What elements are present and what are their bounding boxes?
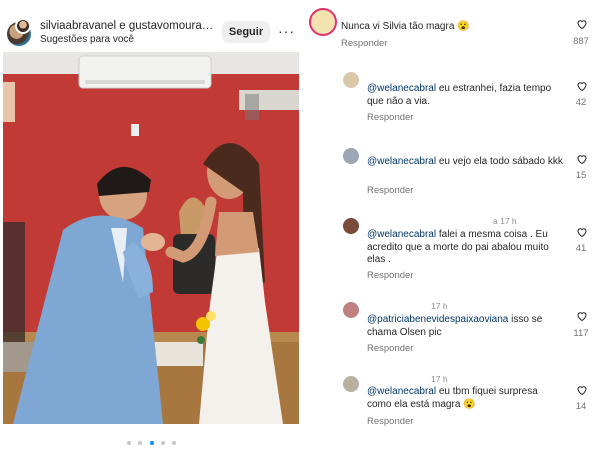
carousel-dot-active — [149, 441, 154, 445]
comment-text: @welanecabral falei a mesma coisa . Eu a… — [367, 229, 549, 265]
comments-panel: Nunca vi Silvia tão magra 😮 Responder 88… — [303, 0, 600, 450]
post-username[interactable]: silviaabravanel e gustavomouraer... — [40, 20, 215, 32]
post-header: silviaabravanel e gustavomouraer... Suge… — [0, 12, 303, 52]
collab-avatar[interactable] — [15, 18, 31, 34]
post-photo[interactable] — [3, 52, 299, 424]
reply-button[interactable]: Responder — [367, 416, 413, 427]
reply-button[interactable]: Responder — [367, 185, 413, 196]
comment-avatar[interactable] — [343, 302, 359, 318]
comment-timestamp: 17 h — [431, 301, 448, 311]
comment-text: @welanecabral eu estranhei, fazia tempo … — [367, 83, 552, 107]
mention-link[interactable]: @welanecabral — [367, 156, 436, 167]
like-count: 14 — [575, 401, 587, 412]
comment-avatar[interactable] — [343, 148, 359, 164]
comment-avatar[interactable] — [309, 8, 337, 36]
comment-text: @welanecabral eu vejo ela todo sábado kk… — [367, 156, 563, 167]
heart-icon[interactable] — [576, 310, 588, 322]
carousel-dot — [172, 441, 177, 445]
comment-avatar[interactable] — [343, 72, 359, 88]
post-panel: silviaabravanel e gustavomouraer... Suge… — [0, 0, 303, 450]
reply-button[interactable]: Responder — [341, 38, 387, 49]
heart-icon[interactable] — [576, 80, 588, 92]
wedding-photo-illustration — [3, 52, 299, 424]
comment-timestamp: 17 h — [431, 374, 448, 384]
comment-avatar[interactable] — [343, 376, 359, 392]
mention-link[interactable]: @welanecabral — [367, 386, 436, 397]
like-count: 41 — [575, 243, 587, 254]
comment-text: @patriciabenevidespaixaoviana isso se ch… — [367, 314, 543, 338]
like-count: 887 — [573, 36, 589, 47]
reply-button[interactable]: Responder — [367, 112, 413, 123]
carousel-dot — [138, 441, 143, 445]
reply-button[interactable]: Responder — [367, 343, 413, 354]
mention-link[interactable]: @welanecabral — [367, 83, 436, 94]
comment-avatar[interactable] — [343, 218, 359, 234]
follow-button[interactable]: Seguir — [222, 21, 270, 43]
more-options-icon[interactable]: ··· — [278, 23, 295, 39]
carousel-dot — [160, 441, 165, 445]
comment-text: @welanecabral eu tbm fiquei surpresa com… — [367, 386, 538, 410]
comment-text: Nunca vi Silvia tão magra 😮 — [341, 21, 470, 32]
carousel-indicator — [0, 432, 303, 450]
like-count: 117 — [573, 328, 589, 339]
comment-timestamp: a 17 h — [493, 216, 517, 226]
heart-icon[interactable] — [576, 384, 588, 396]
like-count: 15 — [575, 170, 587, 181]
mention-link[interactable]: @patriciabenevidespaixaoviana — [367, 314, 508, 325]
carousel-dot — [126, 441, 131, 445]
heart-icon[interactable] — [576, 18, 588, 30]
mention-link[interactable]: @welanecabral — [367, 229, 436, 240]
heart-icon[interactable] — [576, 153, 588, 165]
like-count: 42 — [575, 97, 587, 108]
heart-icon[interactable] — [576, 226, 588, 238]
reply-button[interactable]: Responder — [367, 270, 413, 281]
post-subtitle: Sugestões para você — [40, 34, 134, 45]
